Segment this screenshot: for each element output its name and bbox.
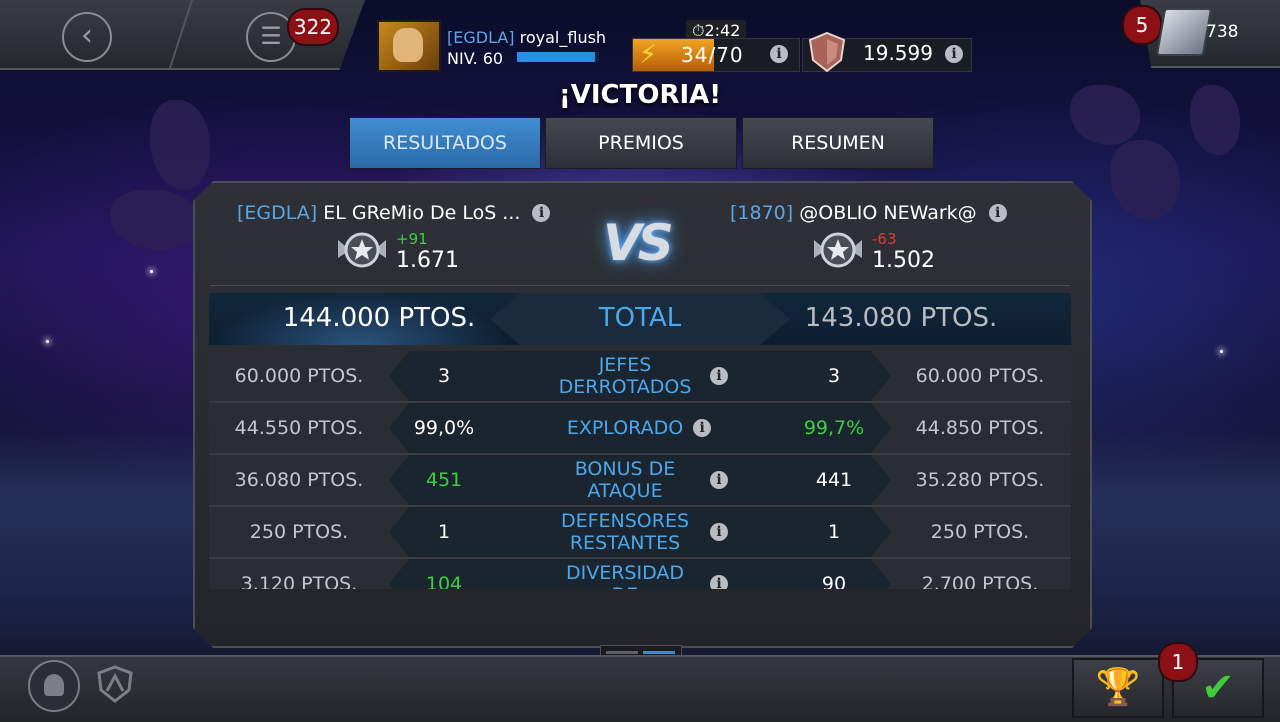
left-rating-delta: +91	[396, 230, 428, 248]
player-level: NIV. 60	[447, 49, 504, 68]
shield-icon	[808, 31, 846, 73]
score-row: 250 PTOS. 1 DEFENSORES RESTANTES i 1 250 PTOS…	[209, 507, 1071, 559]
background-rock	[110, 190, 200, 250]
trophy-icon: 🏆	[1095, 667, 1141, 708]
row-label-text: EXPLORADO	[566, 417, 684, 439]
row-label[interactable]: JEFES DERROTADOS i	[499, 351, 779, 401]
menu-icon: ☰	[260, 22, 282, 50]
left-stat: 3	[437, 365, 451, 387]
right-alliance-title: @OBLIO NEWark@	[799, 202, 977, 224]
right-points: 35.280 PTOS.	[915, 469, 1045, 491]
right-stat: 441	[815, 469, 853, 491]
row-info-icon[interactable]: i	[710, 471, 728, 489]
right-points: 250 PTOS.	[930, 521, 1030, 543]
back-arrow-icon: ‹	[81, 18, 93, 53]
right-stat: 90	[821, 573, 847, 589]
right-alliance-name[interactable]: [1870] @OBLIO NEWark@ i	[730, 202, 1007, 224]
lightning-icon: ⚡	[639, 40, 658, 70]
energy-info-icon[interactable]: i	[770, 45, 788, 63]
quests-notification-badge: 1	[1158, 642, 1198, 682]
vs-emblem: VS	[603, 214, 674, 272]
battle-points-value: 19.599	[863, 41, 933, 65]
left-alliance-name[interactable]: [EGDLA] EL GReMio De LoS ... i	[237, 202, 551, 224]
left-alliance-title: EL GReMio De LoS ...	[323, 202, 521, 224]
left-points: 36.080 PTOS.	[234, 469, 364, 491]
panel-divider	[210, 285, 1070, 286]
row-info-icon[interactable]: i	[710, 523, 728, 541]
right-rating-delta: -63	[872, 230, 897, 248]
left-stat: 451	[425, 469, 463, 491]
score-row: 3.120 PTOS. 104 DIVERSIDAD DE i 90 2.700 PTOS…	[209, 559, 1071, 589]
left-points: 60.000 PTOS.	[234, 365, 364, 387]
left-stat: 104	[425, 573, 463, 589]
player-name[interactable]: [EGDLA] royal_flush	[447, 28, 606, 47]
left-rating: 1.671	[396, 248, 459, 273]
left-stat: 1	[437, 521, 451, 543]
right-points: 2.700 PTOS.	[921, 573, 1039, 589]
menu-notification-badge: 322	[287, 8, 339, 46]
right-stat: 3	[827, 365, 841, 387]
player-username: royal_flush	[519, 28, 607, 47]
left-alliance-tag: [EGDLA]	[237, 202, 318, 224]
leaderboard-button[interactable]: 🏆	[1072, 658, 1164, 718]
background-star	[1220, 350, 1223, 353]
background-star	[150, 270, 153, 273]
left-points: 44.550 PTOS.	[234, 417, 364, 439]
right-points: 60.000 PTOS.	[915, 365, 1045, 387]
page-indicator-dot	[606, 651, 638, 654]
row-label-text: BONUS DE ATAQUE	[574, 458, 676, 502]
right-total: 143.080 PTOS.	[804, 303, 998, 333]
alliance-button[interactable]	[28, 660, 80, 712]
player-avatar[interactable]	[377, 20, 441, 72]
background-rock	[150, 100, 210, 190]
right-points: 44.850 PTOS.	[915, 417, 1045, 439]
energy-value: 34/70	[681, 43, 744, 67]
row-label[interactable]: BONUS DE ATAQUE i	[499, 455, 779, 505]
right-stat: 99,7%	[803, 417, 865, 439]
rank-star-icon	[814, 232, 862, 268]
crystal-count: 738	[1206, 22, 1239, 42]
inbox-notification-badge[interactable]: 5	[1122, 5, 1162, 45]
battle-points-info-icon[interactable]: i	[945, 45, 963, 63]
xp-bar-fill	[517, 52, 595, 62]
right-alliance-tag: [1870]	[730, 202, 794, 224]
row-info-icon[interactable]: i	[710, 367, 728, 385]
tab-summary[interactable]: RESUMEN	[742, 117, 934, 169]
war-icon[interactable]	[95, 664, 135, 704]
left-points: 250 PTOS.	[249, 521, 349, 543]
row-info-icon[interactable]: i	[710, 575, 728, 589]
row-label-text: JEFES DERROTADOS	[558, 354, 692, 398]
score-breakdown-list[interactable]: 60.000 PTOS. 3 JEFES DERROTADOS i 3 60.000 PT…	[209, 351, 1071, 589]
left-stat: 99,0%	[413, 417, 475, 439]
row-info-icon[interactable]: i	[693, 419, 712, 437]
row-label-text: DEFENSORES RESTANTES	[560, 510, 690, 554]
right-rating: 1.502	[872, 248, 935, 273]
player-alliance-tag: [EGDLA]	[447, 28, 515, 47]
left-alliance-info-icon[interactable]: i	[532, 204, 551, 222]
background-star	[46, 340, 49, 343]
score-row: 36.080 PTOS. 451 BONUS DE ATAQUE i 441 35.280…	[209, 455, 1071, 507]
tab-rewards[interactable]: PREMIOS	[545, 117, 737, 169]
row-label[interactable]: EXPLORADO i	[499, 403, 779, 453]
row-label-text: DIVERSIDAD DE	[565, 562, 685, 589]
page-title: ¡VICTORIA!	[558, 80, 722, 110]
xp-bar	[517, 52, 599, 62]
right-stat: 1	[827, 521, 841, 543]
score-row: 44.550 PTOS. 99,0% EXPLORADO i 99,7% 44.850 P…	[209, 403, 1071, 455]
row-label[interactable]: DEFENSORES RESTANTES i	[499, 507, 779, 557]
score-row: 60.000 PTOS. 3 JEFES DERROTADOS i 3 60.000 PT…	[209, 351, 1071, 403]
page-indicator-dot-active	[643, 651, 675, 654]
back-button[interactable]: ‹	[62, 12, 112, 62]
rank-star-icon	[338, 232, 386, 268]
row-label[interactable]: DIVERSIDAD DE i	[499, 559, 779, 589]
crystal-icon[interactable]	[1155, 8, 1213, 56]
left-points: 3.120 PTOS.	[240, 573, 358, 589]
tab-results[interactable]: RESULTADOS	[349, 117, 541, 169]
background-rock	[1110, 140, 1180, 220]
right-alliance-info-icon[interactable]: i	[988, 204, 1007, 222]
